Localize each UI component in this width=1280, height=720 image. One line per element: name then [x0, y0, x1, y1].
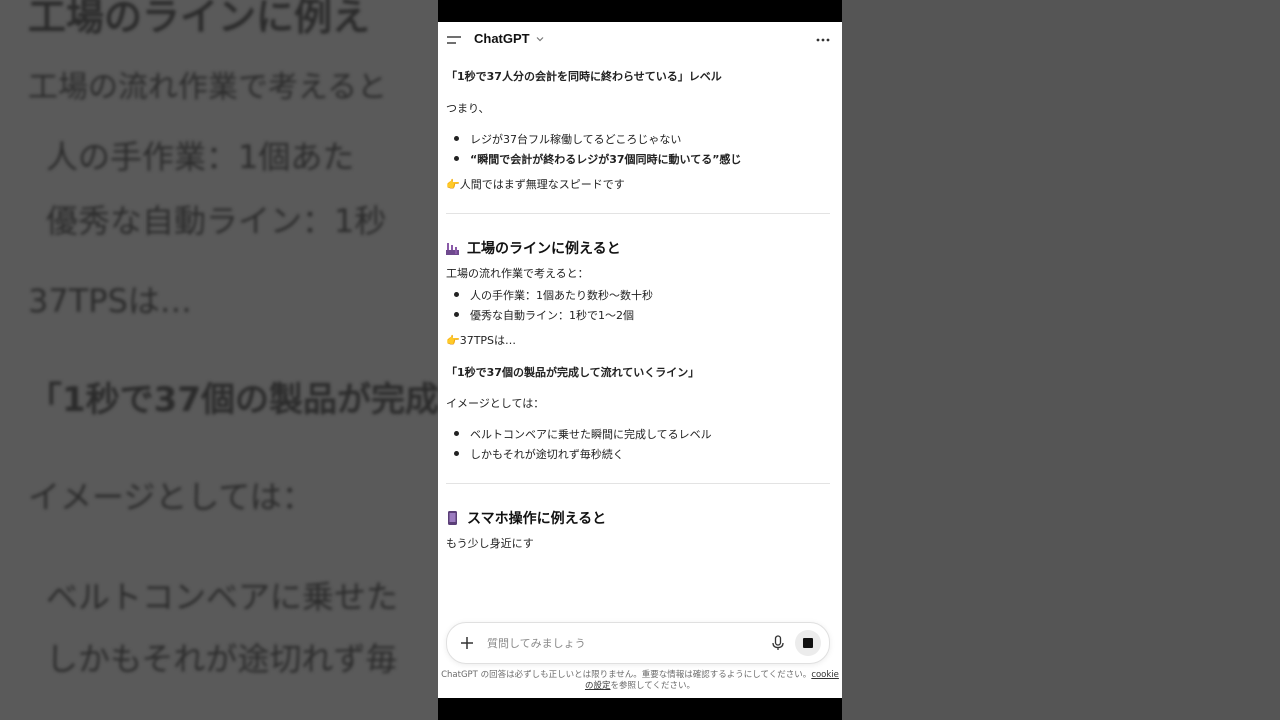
message-composer [446, 622, 830, 664]
menu-icon[interactable] [446, 32, 462, 48]
paragraph-streaming: もう少し身近にす [446, 537, 534, 550]
chat-screen: ChatGPT 「1秒で37人分の会計を同時に終わらせている」レベル つまり、 … [438, 22, 842, 698]
summary-line: 「1秒で37人分の会計を同時に終わらせている」レベル [446, 70, 722, 83]
list-item: しかもそれが途切れず毎秒続く [454, 446, 624, 462]
status-bar [438, 0, 842, 22]
pointing-hand-icon: 👉 [446, 178, 460, 191]
paragraph: つまり、 [446, 102, 490, 115]
list-item: 人の手作業：1個あたり数秒〜数十秒 [454, 287, 653, 303]
list-item: 優秀な自動ライン：1秒で1〜2個 [454, 307, 634, 323]
pointing-hand-icon: 👉 [446, 334, 460, 347]
background-right [842, 0, 1280, 720]
list-item: レジが37台フル稼働してるどころじゃない [454, 131, 681, 147]
app-title[interactable]: ChatGPT [474, 31, 530, 46]
point-line: 👉人間ではまず無理なスピードです [446, 178, 625, 191]
bg-echo-line: 優秀な自動ライン：1秒 [46, 202, 387, 240]
point-line: 👉37TPSは… [446, 334, 517, 347]
bg-echo-line: 工場の流れ作業で考えると [28, 70, 388, 105]
list-item: ベルトコンベアに乗せた瞬間に完成してるレベル [454, 426, 712, 442]
paragraph: 工場の流れ作業で考えると： [446, 267, 589, 280]
bg-echo-line: 人の手作業：1個あた [46, 138, 355, 176]
phone-icon [448, 511, 457, 525]
paragraph: イメージとしては： [446, 397, 545, 410]
app-header: ChatGPT [438, 22, 842, 58]
bg-echo-line: イメージとしては： [28, 478, 314, 516]
stop-button[interactable] [795, 630, 821, 656]
bg-echo-line: 「1秒で37個の製品が完成し [28, 380, 438, 420]
chevron-down-icon[interactable] [535, 34, 545, 44]
summary-line: 「1秒で37個の製品が完成して流れていくライン」 [446, 366, 700, 379]
bg-echo-line: しかもそれが途切れず毎 [46, 640, 398, 678]
bg-echo-line: 37TPSは… [28, 282, 192, 320]
plus-icon[interactable] [459, 635, 475, 651]
disclaimer: ChatGPT の回答は必ずしも正しいとは限りません。重要な情報は確認するように… [441, 670, 839, 691]
factory-icon [446, 243, 459, 255]
navigation-bar [438, 698, 842, 720]
section-heading: 工場のラインに例えると [446, 238, 621, 258]
microphone-icon[interactable] [771, 635, 785, 651]
stop-icon [803, 638, 813, 648]
bg-echo-line: 工場のラインに例え [28, 0, 371, 39]
section-heading: スマホ操作に例えると [446, 508, 606, 528]
bg-echo-line: ベルトコンベアに乗せた [46, 578, 399, 616]
message-input[interactable] [487, 633, 747, 653]
divider [446, 213, 830, 214]
divider [446, 483, 830, 484]
more-icon[interactable] [814, 32, 832, 48]
background-left-blurred: 工場のラインに例え 工場の流れ作業で考えると 人の手作業：1個あた 優秀な自動ラ… [0, 0, 438, 720]
list-item: “瞬間で会計が終わるレジが37個同時に動いてる”感じ [454, 151, 741, 167]
